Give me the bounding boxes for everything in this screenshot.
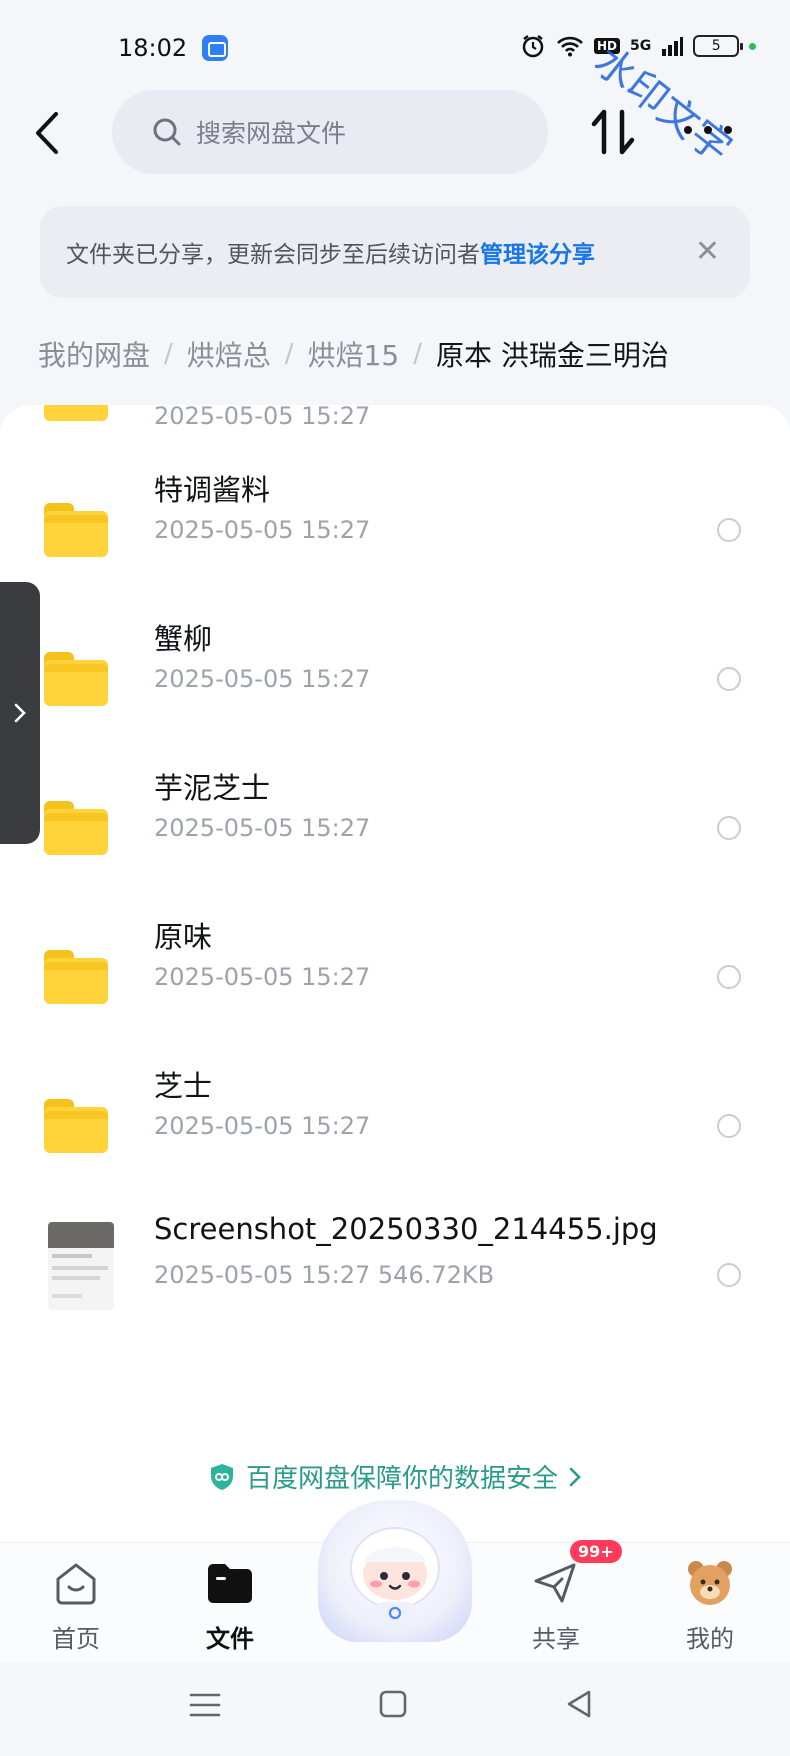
alarm-icon xyxy=(522,35,544,58)
sort-icon[interactable] xyxy=(588,106,638,158)
privacy-indicator xyxy=(749,42,757,50)
file-meta: 2025-05-05 15:27 xyxy=(154,665,371,693)
more-icon[interactable] xyxy=(678,108,738,152)
nav-share-label: 共享 xyxy=(532,1625,580,1653)
notice-text: 文件夹已分享，更新会同步至后续访问者 xyxy=(66,242,480,268)
manage-share-link[interactable]: 管理该分享 xyxy=(480,235,595,269)
select-radio[interactable] xyxy=(717,518,741,542)
file-name: 特调酱料 xyxy=(154,473,271,507)
nav-files[interactable]: 文件 xyxy=(170,1543,290,1663)
breadcrumb: 我的网盘 / 烘焙总 / 烘焙15 / 原本 洪瑞金三明治 xyxy=(38,334,669,374)
folder-icon xyxy=(44,801,108,855)
image-thumbnail xyxy=(48,1222,114,1310)
home-icon xyxy=(56,1563,96,1605)
breadcrumb-item[interactable]: 烘焙总 xyxy=(187,334,271,374)
home-square-icon[interactable] xyxy=(378,1689,408,1719)
file-row[interactable]: 芋泥芝士 2025-05-05 15:27 xyxy=(0,743,790,891)
folder-icon xyxy=(208,1564,252,1603)
battery-icon: 5 xyxy=(693,35,744,57)
share-notice: 文件夹已分享，更新会同步至后续访问者 管理该分享 ✕ xyxy=(40,206,750,298)
nav-home-label: 首页 xyxy=(52,1625,100,1653)
search-placeholder: 搜索网盘文件 xyxy=(196,119,347,148)
system-nav-bar xyxy=(0,1662,790,1756)
battery-level: 5 xyxy=(711,38,721,54)
signal-icon xyxy=(662,37,684,56)
folder-icon xyxy=(44,405,108,421)
search-icon xyxy=(153,118,181,146)
share-badge: 99+ xyxy=(570,1540,622,1563)
select-radio[interactable] xyxy=(717,1114,741,1138)
folder-icon xyxy=(44,503,108,557)
select-radio[interactable] xyxy=(717,965,741,989)
assistant-mascot-button[interactable] xyxy=(318,1500,472,1642)
folder-icon xyxy=(44,652,108,706)
search-input[interactable]: 搜索网盘文件 xyxy=(112,90,548,174)
file-meta: 2025-05-05 15:27 xyxy=(154,405,371,430)
file-meta: 2025-05-05 15:27 xyxy=(154,814,371,842)
nav-files-label: 文件 xyxy=(206,1625,254,1653)
file-row[interactable]: 2025-05-05 15:27 xyxy=(0,405,790,443)
mascot-icon xyxy=(350,1527,440,1624)
select-radio[interactable] xyxy=(717,667,741,691)
breadcrumb-item[interactable]: 我的网盘 xyxy=(38,334,150,374)
menu-icon[interactable] xyxy=(188,1690,222,1720)
nav-me-label: 我的 xyxy=(686,1625,734,1653)
chevron-right-icon xyxy=(14,703,26,723)
notification-app-icon xyxy=(202,35,228,61)
file-name: 芝士 xyxy=(154,1069,213,1103)
file-row[interactable]: 特调酱料 2025-05-05 15:27 xyxy=(0,445,790,593)
breadcrumb-separator: / xyxy=(284,339,294,369)
file-meta: 2025-05-05 15:27 xyxy=(154,963,371,991)
file-name: 蟹柳 xyxy=(154,622,213,656)
security-text: 百度网盘保障你的数据安全 xyxy=(245,1464,558,1494)
folder-icon xyxy=(44,950,108,1004)
security-banner[interactable]: 百度网盘保障你的数据安全 xyxy=(0,1458,790,1495)
breadcrumb-item[interactable]: 烘焙15 xyxy=(308,334,400,374)
breadcrumb-separator: / xyxy=(413,339,422,369)
select-radio[interactable] xyxy=(717,1263,741,1287)
back-icon[interactable] xyxy=(28,108,68,158)
file-row[interactable]: 原味 2025-05-05 15:27 xyxy=(0,892,790,1040)
file-meta: 2025-05-05 15:27 xyxy=(154,1112,371,1140)
side-panel-toggle[interactable] xyxy=(0,582,40,844)
shield-icon xyxy=(210,1463,233,1490)
file-meta: 2025-05-05 15:27 546.72KB xyxy=(154,1261,495,1289)
send-icon xyxy=(534,1563,576,1603)
select-radio[interactable] xyxy=(717,816,741,840)
nav-me[interactable]: 我的 xyxy=(650,1543,770,1663)
file-row[interactable]: 芝士 2025-05-05 15:27 xyxy=(0,1041,790,1189)
breadcrumb-current: 原本 洪瑞金三明治 xyxy=(435,339,669,372)
nav-home[interactable]: 首页 xyxy=(16,1543,136,1663)
file-name: 芋泥芝士 xyxy=(154,771,271,805)
wifi-icon xyxy=(557,36,583,57)
breadcrumb-separator: / xyxy=(164,339,173,369)
file-name: Screenshot_20250330_214455.jpg xyxy=(154,1212,658,1246)
status-time: 18:02 xyxy=(118,34,188,62)
file-row[interactable]: Screenshot_20250330_214455.jpg 2025-05-0… xyxy=(0,1190,790,1338)
folder-icon xyxy=(44,1099,108,1153)
back-triangle-icon[interactable] xyxy=(564,1688,594,1720)
file-meta: 2025-05-05 15:27 xyxy=(154,516,371,544)
file-row[interactable]: 蟹柳 2025-05-05 15:27 xyxy=(0,594,790,742)
close-icon[interactable]: ✕ xyxy=(695,237,720,267)
file-list: 2025-05-05 15:27 特调酱料 2025-05-05 15:27 蟹… xyxy=(0,405,790,1542)
file-name: 原味 xyxy=(154,920,213,954)
chevron-right-icon xyxy=(569,1467,581,1486)
avatar-icon xyxy=(688,1561,732,1605)
